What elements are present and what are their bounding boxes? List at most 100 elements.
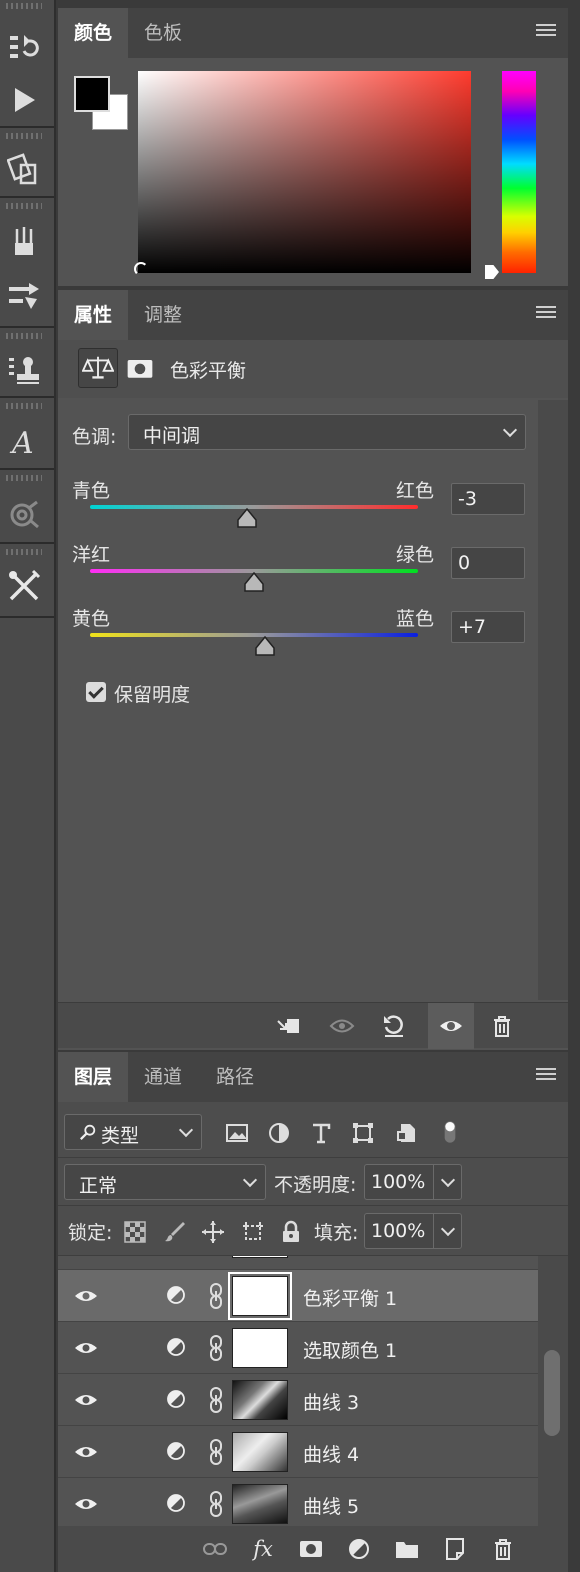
type-filter-icon[interactable] (308, 1120, 334, 1146)
eye-icon[interactable] (74, 1338, 98, 1358)
link-icon[interactable] (208, 1334, 224, 1362)
crossed-tools-icon[interactable] (4, 566, 44, 606)
eye-icon[interactable] (74, 1286, 98, 1306)
shape-filter-icon[interactable] (350, 1120, 376, 1146)
preserve-luminosity-checkbox[interactable] (86, 682, 106, 702)
delete-layer-icon[interactable] (488, 1534, 518, 1564)
lock-position-icon[interactable] (200, 1219, 226, 1245)
tone-select[interactable]: 中间调 (128, 414, 526, 450)
layer-row[interactable]: 色彩平衡 1 (58, 1270, 538, 1322)
visibility-eye-icon[interactable] (428, 1003, 474, 1049)
color-picker-handle[interactable] (134, 262, 148, 276)
tab-color[interactable]: 颜色 (58, 8, 129, 58)
layer-name[interactable]: 选取颜色 1 (303, 1336, 397, 1363)
delete-icon[interactable] (486, 1011, 518, 1041)
play-icon[interactable] (4, 80, 44, 120)
lock-all-icon[interactable] (278, 1219, 304, 1245)
slider-magenta-label: 洋红 (72, 544, 111, 566)
tab-channels[interactable]: 通道 (128, 1052, 198, 1102)
lock-image-pixels-icon[interactable] (162, 1219, 188, 1245)
saturation-value-picker[interactable] (138, 71, 471, 273)
layer-row[interactable]: 曲线 5 (58, 1478, 538, 1526)
layer-mask-thumbnail[interactable] (228, 1272, 292, 1320)
adjustment-filter-icon[interactable] (266, 1120, 292, 1146)
tab-layers[interactable]: 图层 (58, 1052, 129, 1102)
chevron-down-icon[interactable] (440, 1172, 456, 1188)
tab-adjustments[interactable]: 调整 (128, 290, 198, 340)
link-icon[interactable] (208, 1386, 224, 1414)
grip-handle[interactable] (6, 403, 42, 409)
grip-handle[interactable] (6, 549, 42, 555)
fx-icon[interactable]: fx (248, 1534, 278, 1564)
eye-icon[interactable] (74, 1390, 98, 1410)
blend-mode-select[interactable]: 正常 (64, 1164, 266, 1200)
glyph-a-icon[interactable]: A (4, 422, 44, 462)
history-icon[interactable] (4, 28, 44, 68)
clip-to-layer-icon[interactable] (272, 1011, 304, 1041)
panel-menu-icon[interactable] (536, 306, 556, 322)
grip-handle[interactable] (6, 3, 42, 9)
eye-icon[interactable] (74, 1494, 98, 1514)
link-icon[interactable] (208, 1490, 224, 1518)
brushes-icon[interactable] (4, 222, 44, 262)
layers-list: 色彩平衡 1 选取颜色 1 曲线 3 曲线 4 曲线 5 (58, 1256, 538, 1526)
chevron-down-icon (178, 1122, 194, 1138)
transform-icon[interactable] (4, 150, 44, 190)
grip-handle[interactable] (6, 203, 42, 209)
properties-scrollbar[interactable] (538, 400, 568, 1000)
reset-icon[interactable] (378, 1011, 410, 1041)
new-adjustment-layer-icon[interactable] (344, 1534, 374, 1564)
new-group-icon[interactable] (392, 1534, 422, 1564)
layer-mask-thumbnail[interactable] (232, 1432, 288, 1472)
tab-swatches[interactable]: 色板 (128, 8, 198, 58)
grip-handle[interactable] (6, 133, 42, 139)
layer-name[interactable]: 曲线 4 (303, 1440, 359, 1467)
link-icon[interactable] (208, 1282, 224, 1310)
adjust-sliders-icon[interactable] (4, 276, 44, 316)
link-layers-icon[interactable] (200, 1534, 230, 1564)
layer-mask-icon[interactable] (120, 348, 160, 388)
panel-menu-icon[interactable] (536, 24, 556, 40)
layer-row[interactable]: 曲线 4 (58, 1426, 538, 1478)
layer-row[interactable]: 选取颜色 1 (58, 1322, 538, 1374)
layers-scroll-thumb[interactable] (544, 1350, 560, 1436)
grip-handle[interactable] (6, 333, 42, 339)
eye-icon[interactable] (74, 1442, 98, 1462)
view-previous-state-icon[interactable] (326, 1011, 358, 1041)
pixel-filter-icon[interactable] (224, 1120, 250, 1146)
layer-name[interactable]: 曲线 3 (303, 1388, 359, 1415)
slider-cyan-red-thumb[interactable] (236, 507, 258, 528)
smart-object-filter-icon[interactable] (394, 1120, 420, 1146)
stamp-icon[interactable] (4, 350, 44, 390)
target-icon[interactable] (4, 494, 44, 534)
hue-slider[interactable] (502, 71, 536, 273)
layer-name[interactable]: 色彩平衡 1 (303, 1284, 397, 1311)
layer-row[interactable]: 曲线 3 (58, 1374, 538, 1426)
balance-scale-icon[interactable] (78, 348, 118, 388)
layers-scrollbar[interactable] (538, 1256, 568, 1526)
tab-paths[interactable]: 路径 (200, 1052, 270, 1102)
slider-magenta-green-value[interactable]: 0 (451, 547, 525, 579)
slider-cyan-red-value[interactable]: -3 (451, 483, 525, 515)
layer-name[interactable]: 曲线 5 (303, 1492, 359, 1519)
filter-type-select[interactable]: 类型 (64, 1114, 202, 1150)
tab-properties[interactable]: 属性 (58, 290, 129, 340)
slider-yellow-blue-value[interactable]: +7 (451, 611, 525, 643)
link-icon[interactable] (208, 1438, 224, 1466)
opacity-input[interactable]: 100% (364, 1164, 462, 1200)
slider-yellow-blue-thumb[interactable] (254, 635, 276, 656)
layer-mask-thumbnail[interactable] (232, 1380, 288, 1420)
filter-toggle-icon[interactable] (440, 1114, 460, 1150)
foreground-color-swatch[interactable] (74, 76, 110, 112)
layer-mask-thumbnail[interactable] (232, 1328, 288, 1368)
lock-transparent-pixels-icon[interactable] (122, 1219, 148, 1245)
chevron-down-icon[interactable] (440, 1221, 456, 1237)
panel-menu-icon[interactable] (536, 1068, 556, 1084)
lock-artboard-icon[interactable] (240, 1219, 266, 1245)
new-layer-icon[interactable] (440, 1534, 470, 1564)
layer-mask-thumbnail[interactable] (232, 1484, 288, 1524)
grip-handle[interactable] (6, 475, 42, 481)
slider-magenta-green-thumb[interactable] (243, 571, 265, 592)
fill-input[interactable]: 100% (364, 1213, 462, 1249)
add-mask-icon[interactable] (296, 1534, 326, 1564)
